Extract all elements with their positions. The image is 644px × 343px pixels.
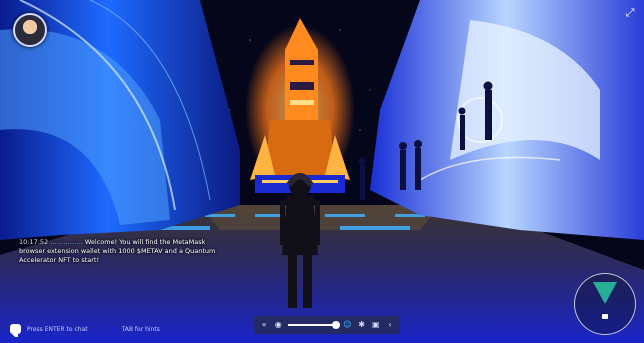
chat-hint: Press ENTER to chat [27, 325, 88, 333]
volume-knob[interactable] [332, 321, 341, 329]
back-icon[interactable]: ‹ [386, 320, 394, 330]
volume-slider[interactable] [288, 321, 341, 329]
chevrons-left-icon[interactable]: « [260, 320, 268, 330]
bottom-toolbar: « ◉ ☺ ✱ ▣ ‹ [254, 316, 400, 334]
tab-hint: TAB for hints [121, 325, 160, 333]
chat-sender: …………… [50, 238, 83, 246]
game-scene [0, 0, 644, 343]
volume-icon[interactable]: ◉ [274, 320, 282, 330]
chat-message: Welcome! You will find the MetaMask brow… [19, 238, 216, 264]
emote-icon[interactable]: ☺ [343, 320, 351, 330]
player-marker-icon [602, 314, 608, 319]
game-viewport[interactable]: ⤢ 10:17:52 …………… Welcome! You will find … [0, 0, 644, 343]
volume-fill [288, 324, 337, 326]
chat-log: 10:17:52 …………… Welcome! You will find th… [19, 238, 219, 265]
photo-icon[interactable]: ▣ [372, 320, 380, 330]
chat-timestamp: 10:17:52 [19, 238, 49, 246]
view-cone-icon [593, 282, 617, 304]
chat-bubble-icon[interactable] [10, 324, 21, 337]
player-avatar[interactable] [13, 13, 47, 47]
gesture-icon[interactable]: ✱ [358, 320, 366, 330]
chat-bar: Press ENTER to chat TAB for hints [10, 323, 160, 337]
minimap[interactable] [574, 273, 636, 335]
expand-icon[interactable]: ⤢ [624, 7, 636, 19]
